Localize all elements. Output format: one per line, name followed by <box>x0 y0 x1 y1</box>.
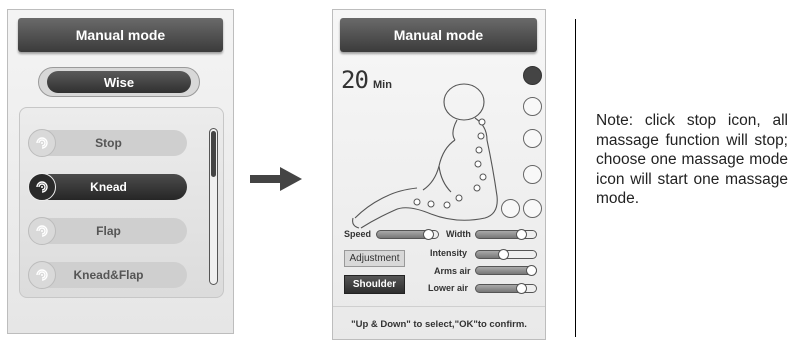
footer-divider <box>333 306 545 307</box>
body-diagram <box>352 83 498 229</box>
mode-selector[interactable]: Wise <box>38 67 200 97</box>
mode-button-stop[interactable]: Stop <box>28 129 187 157</box>
mode-button-flap[interactable]: Flap <box>28 217 187 245</box>
note-text: Note: click stop icon, all massage funct… <box>596 112 788 207</box>
massage-icon <box>28 217 56 245</box>
massage-mode-list: Stop Knead Flap Knead&Flap <box>19 107 224 298</box>
arms-air-slider[interactable] <box>475 265 537 276</box>
footer-hint: "Up & Down" to select,"OK"to confirm. <box>351 319 527 330</box>
scrollbar[interactable] <box>209 128 218 285</box>
massage-point-circle[interactable] <box>523 97 542 116</box>
massage-point-circle[interactable] <box>501 199 520 218</box>
mode-button-knead-flap[interactable]: Knead&Flap <box>28 261 187 289</box>
intensity-slider[interactable] <box>475 249 537 260</box>
title-bar: Manual mode <box>340 18 537 52</box>
mode-selector-value: Wise <box>47 71 191 93</box>
lower-air-slider[interactable] <box>475 283 537 294</box>
manual-mode-screen-right: Manual mode 20 Min Speed Width Intensity… <box>332 9 546 340</box>
mode-label: Flap <box>96 224 121 238</box>
massage-icon <box>28 261 56 289</box>
arrow-right-icon <box>250 167 302 191</box>
massage-icon <box>28 129 56 157</box>
lower-air-label: Lower air <box>428 283 469 293</box>
massage-point-circle[interactable] <box>523 129 542 148</box>
speed-slider[interactable] <box>376 229 439 240</box>
massage-point-circle[interactable] <box>523 165 542 184</box>
adjustment-button[interactable]: Adjustment <box>344 250 405 267</box>
mode-label: Stop <box>95 136 122 150</box>
shoulder-button[interactable]: Shoulder <box>344 275 405 294</box>
mode-button-knead[interactable]: Knead <box>28 173 187 201</box>
screen-title: Manual mode <box>393 27 484 43</box>
mode-label: Knead&Flap <box>73 268 144 282</box>
width-slider[interactable] <box>475 229 537 240</box>
screen-title: Manual mode <box>75 27 166 43</box>
massage-point-circle[interactable] <box>523 199 542 218</box>
massage-icon <box>28 173 56 201</box>
arms-air-label: Arms air <box>434 266 471 276</box>
scrollbar-thumb[interactable] <box>211 131 216 177</box>
massage-mode-circle-active[interactable] <box>523 66 542 85</box>
intensity-label: Intensity <box>430 248 468 258</box>
mode-label: Knead <box>90 180 127 194</box>
manual-mode-screen-left: Manual mode Wise Stop Knead Flap Knead&F… <box>7 9 234 334</box>
title-bar: Manual mode <box>18 18 223 52</box>
width-label: Width <box>446 229 471 239</box>
vertical-divider <box>575 19 576 337</box>
speed-label: Speed <box>344 229 372 239</box>
